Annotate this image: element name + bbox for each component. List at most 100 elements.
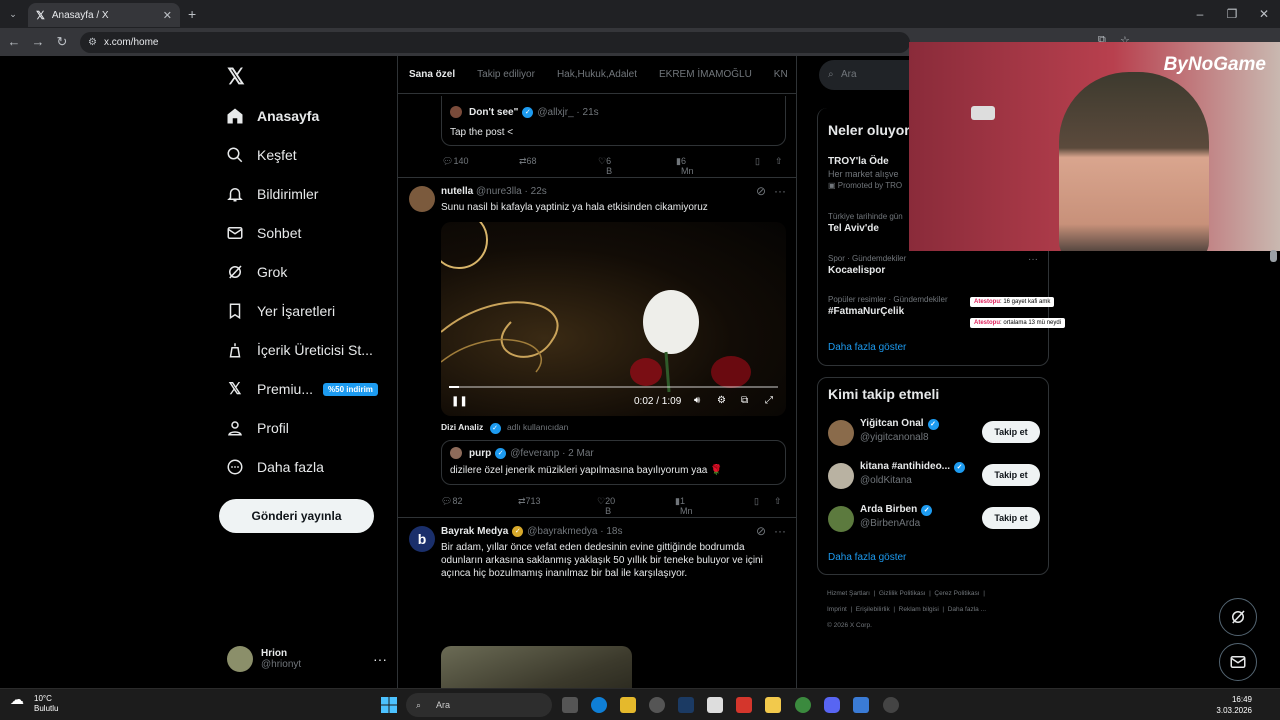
tab-for-you[interactable]: Sana özel [409,69,455,80]
account-switcher[interactable]: Hrion @hrionyt ··· [227,642,387,676]
post[interactable]: nutella @nure3lla · 22s ⊘ ··· Sunu nasil… [398,178,796,518]
nav-creator-studio[interactable]: İçerik Üreticisi St... [225,335,373,365]
volume-icon[interactable]: 🔊︎ [694,395,700,406]
messages-float-button[interactable] [1219,643,1257,681]
video-progress-bar[interactable] [449,386,778,388]
trends-show-more[interactable]: Daha fazla göster [828,342,906,353]
close-tab-icon[interactable]: ✕ [163,9,172,22]
x-logo-icon[interactable]: 𝕏 [227,64,245,90]
windows-start-icon[interactable] [381,697,397,713]
follow-suggestion[interactable]: kitana #antihideo... ✓ @oldKitana Takip e… [828,461,1040,493]
footer-link[interactable]: Hizmet Şartları [827,590,870,597]
nav-grok[interactable]: Grok [225,257,287,287]
trend-item[interactable]: Spor · Gündemdekiler Kocaelispor ··· [828,254,1038,276]
wps-icon[interactable] [736,697,752,713]
nav-premium[interactable]: 𝕏 Premiu... %50 indirim [225,374,378,404]
reply-button[interactable]: 💬︎ 82 [441,496,462,507]
suggest-handle: @oldKitana [860,475,912,486]
app-icon[interactable] [765,697,781,713]
streamer [1059,72,1209,251]
pause-icon[interactable]: ❚❚ [451,396,468,407]
more-dots-icon[interactable]: ··· [373,651,387,667]
back-button[interactable]: ← [6,34,22,50]
footer-link[interactable]: Imprint [827,606,847,613]
steam-icon[interactable] [678,697,694,713]
follow-button[interactable]: Takip et [982,507,1040,529]
tab-following[interactable]: Takip ediliyor [477,69,535,80]
new-tab-button[interactable]: + [188,6,196,22]
footer-link[interactable]: Reklam bilgisi [899,606,939,613]
address-bar[interactable]: ⚙ x.com/home [80,32,910,53]
tab-search-icon[interactable]: ⌄ [5,6,21,22]
forward-button[interactable]: → [30,34,46,50]
file-explorer-icon[interactable] [620,697,636,713]
app-icon[interactable] [649,697,665,713]
follow-button[interactable]: Takip et [982,421,1040,443]
grok-float-button[interactable] [1219,598,1257,636]
follow-suggestion[interactable]: Yiğitcan Önal ✓ @yigitcanonal8 Takip et [828,418,1040,450]
close-window-button[interactable]: ✕ [1248,0,1280,28]
nav-more[interactable]: Daha fazla [225,452,324,482]
chrome-icon[interactable] [795,697,811,713]
video-player[interactable]: ❚❚ 0:02 / 1:09 🔊︎ ⚙ ⧉ ⤢ [441,222,786,416]
settings-icon[interactable]: ⚙ [717,395,726,406]
post-handle[interactable]: @bayrakmedya [527,526,597,537]
discord-icon[interactable] [824,697,840,713]
browser-tab[interactable]: 𝕏 Anasayfa / X ✕ [28,3,180,27]
post-button[interactable]: Gönderi yayınla [219,499,374,533]
like-button[interactable]: ♡ 20 B [597,496,615,516]
avatar[interactable] [409,186,435,212]
share-icon[interactable]: ⇧ [774,496,782,507]
nav-profile[interactable]: Profil [225,413,289,443]
views-button[interactable]: ▮ 1 Mn [675,496,692,516]
taskbar-search[interactable]: ⌕ Ara [406,693,552,717]
store-icon[interactable] [707,697,723,713]
more-dots-icon[interactable]: ··· [774,184,786,198]
bookmark-icon[interactable]: ▯ [754,496,759,507]
scrollbar-thumb[interactable] [1270,250,1277,262]
grok-icon[interactable]: ⊘ [756,184,766,198]
post-author[interactable]: nutella [441,186,473,197]
weather-widget[interactable]: ☁ 10°C Bulutlu [10,692,58,714]
quoted-post[interactable]: purp ✓ @feveranp · 2 Mar dizilere özel j… [441,440,786,485]
post-image[interactable] [441,646,632,688]
post-author[interactable]: Bayrak Medya [441,526,508,537]
site-info-icon[interactable]: ⚙ [88,32,97,53]
nav-bookmarks[interactable]: Yer İşaretleri [225,296,335,326]
grok-icon[interactable]: ⊘ [756,524,766,538]
minimize-button[interactable]: – [1184,0,1216,28]
system-clock[interactable]: 16:49 3.03.2026 [1216,694,1252,716]
reload-button[interactable]: ↻ [54,34,70,50]
more-dots-icon[interactable]: ··· [774,524,786,538]
footer-link[interactable]: Çerez Politikası [934,590,979,597]
repost-button[interactable]: ⇄ 713 [518,496,541,507]
avatar[interactable]: b [409,526,435,552]
post-handle[interactable]: @nure3lla [476,186,522,197]
app-icon[interactable] [853,697,869,713]
nav-notifications[interactable]: Bildirimler [225,179,318,209]
nav-explore[interactable]: Keşfet [225,140,297,170]
footer-link[interactable]: Daha fazla ... [948,606,986,613]
nav-messages[interactable]: Sohbet [225,218,301,248]
fullscreen-icon[interactable]: ⤢ [765,395,773,406]
post[interactable]: b Bayrak Medya ✓ @bayrakmedya · 18s ⊘ ··… [398,518,796,688]
task-view-icon[interactable] [562,697,578,713]
maximize-button[interactable]: ❐ [1216,0,1248,28]
nav-label: Daha fazla [257,459,324,475]
more-dots-icon[interactable]: ··· [1028,254,1038,265]
obs-icon[interactable] [883,697,899,713]
tab-list[interactable]: Hak,Hukuk,Adalet [557,69,637,80]
nav-home[interactable]: Anasayfa [225,101,319,131]
post-time[interactable]: · 18s [600,526,622,537]
post-time[interactable]: · 22s [525,186,547,197]
edge-icon[interactable] [591,697,607,713]
follow-suggestion[interactable]: Arda Birben ✓ @BirbenArda Takip et [828,504,1040,536]
footer-link[interactable]: Erişilebilirlik [856,606,890,613]
who-show-more[interactable]: Daha fazla göster [828,552,906,563]
tab-list[interactable]: EKREM İMAMOĞLU [659,69,752,80]
pip-icon[interactable]: ⧉ [741,395,748,406]
tab-list[interactable]: KN [774,69,788,80]
attribution-user[interactable]: Dizi Analiz [441,422,483,432]
follow-button[interactable]: Takip et [982,464,1040,486]
footer-link[interactable]: Gizlilik Politikası [879,590,926,597]
